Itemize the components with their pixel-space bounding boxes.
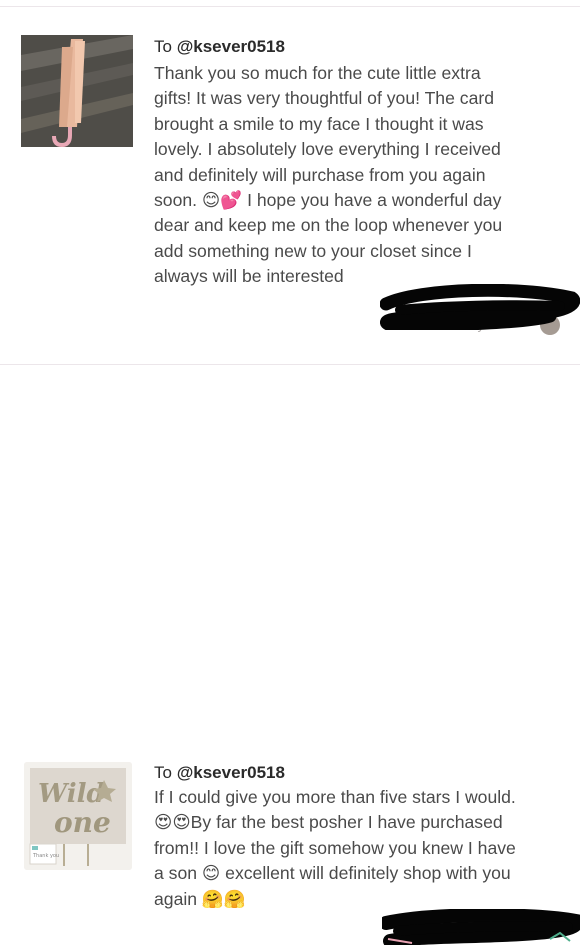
message-line: lovely. I absolutely love everything I r… — [154, 139, 501, 160]
cake-topper-wild-text: Wild — [38, 779, 105, 809]
redaction-scribble — [382, 909, 580, 945]
recipient-handle[interactable]: @ksever0518 — [177, 763, 285, 782]
to-prefix: To — [154, 37, 177, 56]
card-thank-you-text: Thank you — [32, 853, 59, 859]
to-prefix: To — [154, 763, 177, 782]
cake-topper-photo-icon: Wild one Thank you — [24, 762, 132, 870]
message-line: add something new to your closet since I — [154, 240, 472, 261]
review-card: To @ksever0518 Thank you so much for the… — [0, 0, 580, 364]
review-card: Wild one Thank you To @ksever0518 If I c… — [0, 365, 580, 945]
review-message: If I could give you more than five stars… — [154, 785, 569, 912]
recipient-line: To @ksever0518 — [154, 763, 285, 783]
recipient-handle[interactable]: @ksever0518 — [177, 37, 285, 56]
message-line: Thank you so much for the cute little ex… — [154, 63, 481, 83]
review-message: Thank you so much for the cute little ex… — [154, 61, 569, 290]
message-line: If I could give you more than five stars… — [154, 787, 516, 807]
message-line: dear and keep me on the loop whenever yo… — [154, 215, 503, 236]
message-line: gifts! It was very thoughtful of you! Th… — [154, 88, 494, 109]
cake-topper-one-text: one — [54, 806, 111, 839]
redaction-scribble — [380, 284, 580, 330]
message-line: a son 😊 excellent will definitely shop w… — [154, 863, 511, 884]
message-line: brought a smile to my face I thought it … — [154, 113, 484, 134]
message-line: and definitely will purchase from you ag… — [154, 164, 486, 185]
product-thumbnail-umbrella[interactable] — [21, 35, 133, 147]
message-line: from!! I love the gift somehow you knew … — [154, 837, 516, 858]
recipient-line: To @ksever0518 — [154, 37, 285, 57]
product-thumbnail-cake-topper[interactable]: Wild one Thank you — [24, 762, 132, 870]
message-line: soon. 😊💕 I hope you have a wonderful day — [154, 190, 502, 211]
message-line: 😍😍By far the best posher I have purchase… — [154, 812, 503, 833]
umbrella-photo-icon — [21, 35, 133, 147]
